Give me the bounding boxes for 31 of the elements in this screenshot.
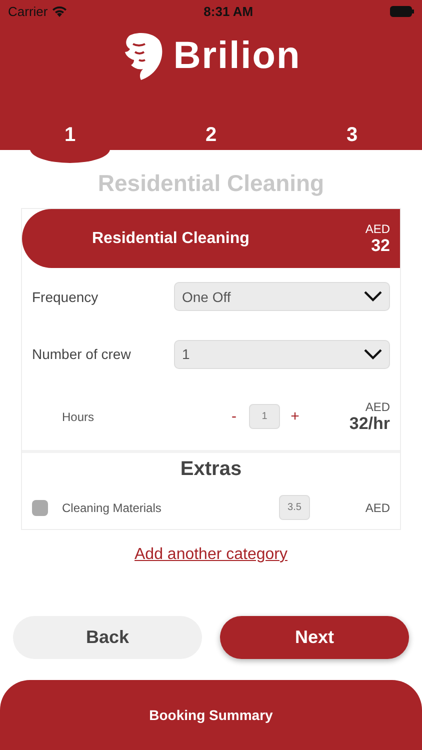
booking-summary-button[interactable]: Booking Summary — [0, 680, 422, 750]
back-button[interactable]: Back — [13, 616, 202, 659]
chevron-down-icon — [364, 348, 382, 360]
wifi-icon — [52, 6, 67, 16]
extra-label: Cleaning Materials — [62, 500, 162, 515]
dropdown-field[interactable]: One Off — [174, 282, 390, 312]
service-price: 32 — [371, 236, 390, 256]
dropdown-field[interactable]: 1 — [174, 340, 390, 369]
currency-label: AED — [365, 500, 390, 515]
step-tab[interactable]: 2 — [171, 120, 251, 163]
brand-name: Brilion — [173, 34, 301, 78]
battery-icon — [390, 6, 414, 16]
chevron-down-icon — [364, 291, 382, 302]
hours-field[interactable]: 1 — [249, 404, 280, 430]
increment-button[interactable]: + — [280, 408, 310, 426]
add-category-link[interactable]: Add another category — [134, 546, 288, 564]
decrement-button[interactable]: - — [219, 408, 249, 426]
extra-quantity-field[interactable]: 3.5 — [279, 495, 310, 520]
service-name: Residential Cleaning — [92, 230, 250, 248]
extras-title: Extras — [179, 457, 243, 482]
next-button[interactable]: Next — [220, 616, 409, 659]
carrier-label: Carrier — [8, 4, 48, 18]
hours-label: Hours — [62, 410, 96, 424]
hourly-rate: 32/hr — [349, 414, 390, 434]
step-tab[interactable]: 3 — [312, 120, 392, 163]
field-label: Number of crew — [32, 346, 132, 362]
checkbox[interactable] — [32, 500, 48, 516]
currency-label: AED — [365, 400, 390, 414]
field-label: Frequency — [32, 288, 100, 305]
currency-label: AED — [365, 222, 390, 236]
status-time: 8:31 AM — [204, 4, 254, 18]
